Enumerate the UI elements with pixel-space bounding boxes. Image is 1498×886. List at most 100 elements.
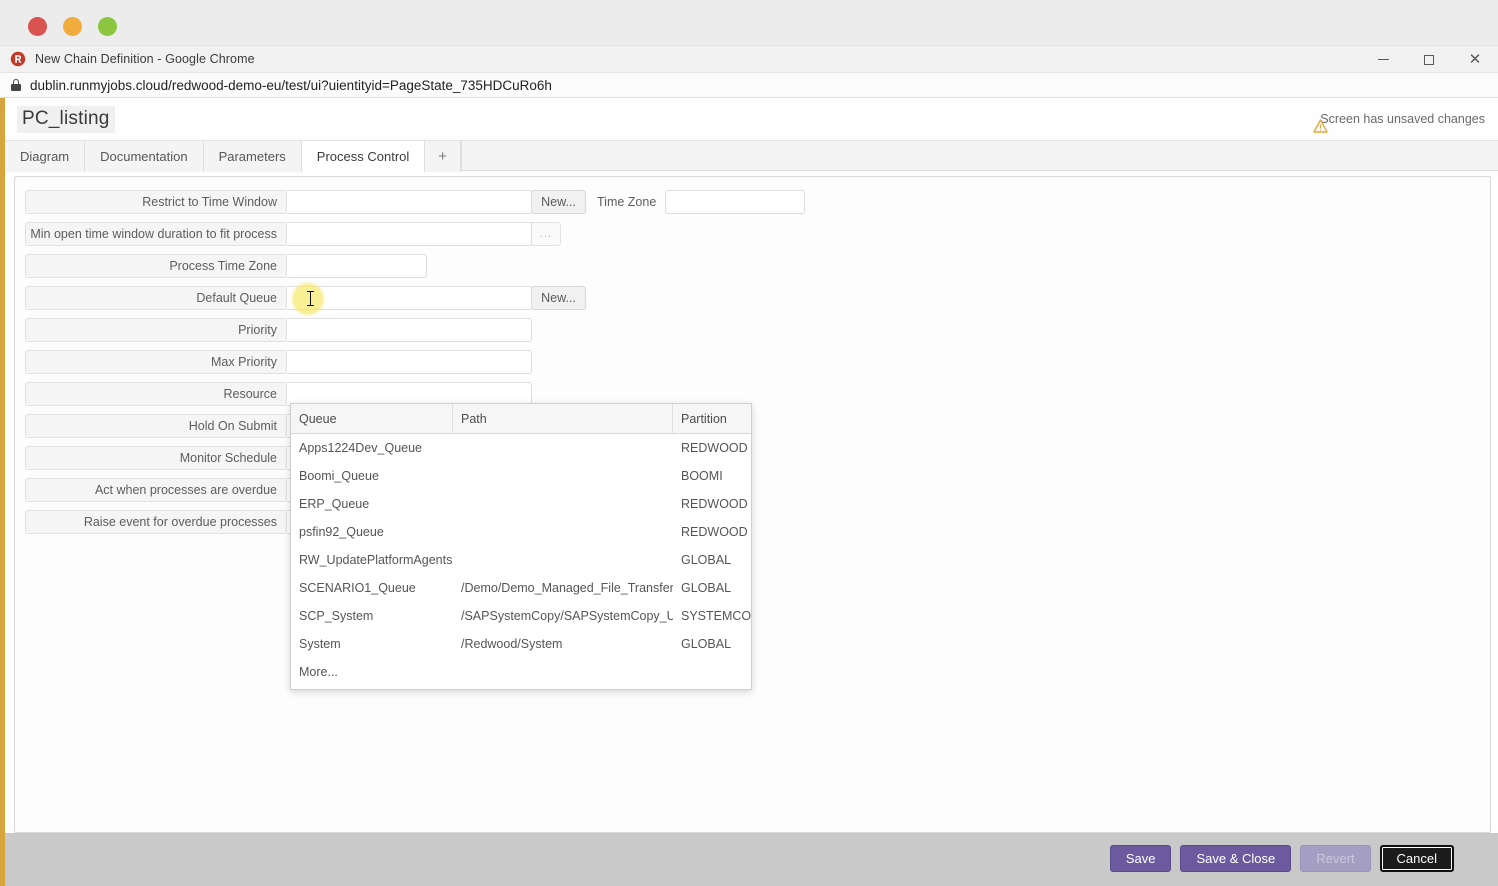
unsaved-changes-text: Screen has unsaved changes [1320,112,1485,126]
label-hold-on-submit: Hold On Submit [25,414,287,438]
queue-path [453,546,673,574]
dropdown-item-boomi-queue[interactable]: Boomi_Queue BOOMI [291,462,751,490]
form-row-restrict-time-window: Restrict to Time Window New... Time Zone [25,186,805,218]
minimize-icon[interactable] [1360,46,1406,73]
label-resource: Resource [25,382,287,406]
tab-diagram[interactable]: Diagram [5,141,85,172]
dropdown-item-scp-system[interactable]: SCP_System /SAPSystemCopy/SAPSystemCopy_… [291,602,751,630]
dropdown-item-system[interactable]: System /Redwood/System GLOBAL [291,630,751,658]
form-row-priority: Priority [25,314,532,346]
queue-name: SCP_System [291,602,453,630]
queue-path [453,490,673,518]
footer-button-group: Save Save & Close Revert Cancel [1110,845,1454,872]
save-close-button[interactable]: Save & Close [1180,845,1291,872]
tab-parameters[interactable]: Parameters [204,141,302,172]
lock-icon [11,79,21,91]
queue-path: /Redwood/System [453,630,673,658]
form-row-process-time-zone: Process Time Zone [25,250,427,282]
input-max-priority[interactable] [287,350,532,374]
dropdown-item-erp-queue[interactable]: ERP_Queue REDWOOD [291,490,751,518]
queue-path [453,462,673,490]
queue-partition: REDWOOD [673,490,751,518]
column-header-path: Path [453,404,673,433]
application-body: PC_listing Screen has unsaved changes Di… [5,98,1498,886]
column-header-queue: Queue [291,404,453,433]
dropdown-item-apps1224dev-queue[interactable]: Apps1224Dev_Queue REDWOOD [291,434,751,462]
dropdown-item-psfin92-queue[interactable]: psfin92_Queue REDWOOD [291,518,751,546]
zoom-window-button[interactable] [98,17,117,36]
queue-suggestion-dropdown[interactable]: Queue Path Partition Apps1224Dev_Queue R… [290,403,752,690]
os-window-bar [0,0,1498,46]
close-window-button[interactable] [28,17,47,36]
footer-bar: Save Save & Close Revert Cancel [5,833,1498,886]
browser-url-bar[interactable]: dublin.runmyjobs.cloud/redwood-demo-eu/t… [0,73,1498,98]
tab-documentation[interactable]: Documentation [85,141,203,172]
browser-title-text: New Chain Definition - Google Chrome [35,52,255,66]
text-cursor [310,291,311,306]
revert-button: Revert [1300,845,1370,872]
dropdown-more-link[interactable]: More... [291,658,751,686]
maximize-icon[interactable] [1406,46,1452,73]
app-header: PC_listing Screen has unsaved changes [5,98,1498,140]
close-icon[interactable]: ✕ [1452,46,1498,73]
queue-partition: GLOBAL [673,630,751,658]
queue-name: psfin92_Queue [291,518,453,546]
queue-partition: SYSTEMCOPY [673,602,751,630]
traffic-lights [28,17,117,36]
tab-strip: Diagram Documentation Parameters Process… [5,140,1498,171]
dropdown-item-rw-updateplatformagents[interactable]: RW_UpdatePlatformAgents GLOBAL [291,546,751,574]
label-max-priority: Max Priority [25,350,287,374]
queue-name: RW_UpdatePlatformAgents [291,546,453,574]
save-button[interactable]: Save [1110,845,1172,872]
cancel-button[interactable]: Cancel [1380,845,1454,872]
label-time-zone: Time Zone [597,195,656,209]
tab-process-control[interactable]: Process Control [302,141,425,172]
window-controls: ✕ [1360,46,1498,73]
form-row-min-open-duration: Min open time window duration to fit pro… [25,218,561,250]
queue-partition: GLOBAL [673,574,751,602]
dropdown-item-scenario1-queue[interactable]: SCENARIO1_Queue /Demo/Demo_Managed_File_… [291,574,751,602]
queue-name: SCENARIO1_Queue [291,574,453,602]
queue-path [453,434,673,462]
label-process-time-zone: Process Time Zone [25,254,287,278]
column-header-partition: Partition [673,404,751,433]
queue-partition: BOOMI [673,462,751,490]
form-row-max-priority: Max Priority [25,346,532,378]
page-title: PC_listing [17,106,115,133]
queue-path: /Demo/Demo_Managed_File_Transfer [453,574,673,602]
input-time-zone[interactable] [665,190,805,214]
unsaved-changes-status: Screen has unsaved changes [1313,112,1485,126]
add-tab-button[interactable]: + [425,141,461,172]
queue-path [453,518,673,546]
label-act-when-processes-are-overdue: Act when processes are overdue [25,478,287,502]
min-duration-ellipsis-button[interactable]: ... [531,222,561,246]
input-min-open-time-window-duration[interactable] [287,222,532,246]
input-default-queue[interactable] [287,286,532,310]
queue-partition: REDWOOD [673,434,751,462]
label-min-open-time-window-duration: Min open time window duration to fit pro… [25,222,287,246]
queue-path: /SAPSystemCopy/SAPSystemCopy_Utils [453,602,673,630]
minimize-window-button[interactable] [63,17,82,36]
label-priority: Priority [25,318,287,342]
click-highlight [292,283,324,315]
process-control-panel: Restrict to Time Window New... Time Zone… [14,176,1491,833]
queue-partition: GLOBAL [673,546,751,574]
queue-name: Apps1224Dev_Queue [291,434,453,462]
input-process-time-zone[interactable] [287,254,427,278]
tab-strip-filler [461,141,1498,170]
label-default-queue: Default Queue [25,286,287,310]
label-restrict-to-time-window: Restrict to Time Window [25,190,287,214]
new-queue-button[interactable]: New... [531,286,586,310]
label-monitor-schedule: Monitor Schedule [25,446,287,470]
new-time-window-button[interactable]: New... [531,190,586,214]
screenshot-root: New Chain Definition - Google Chrome ✕ d… [0,0,1498,886]
queue-partition: REDWOOD [673,518,751,546]
input-restrict-to-time-window[interactable] [287,190,532,214]
queue-name: ERP_Queue [291,490,453,518]
dropdown-row-list: Apps1224Dev_Queue REDWOOD Boomi_Queue BO… [291,434,751,686]
browser-title-bar: New Chain Definition - Google Chrome ✕ [0,46,1498,73]
input-priority[interactable] [287,318,532,342]
form-row-default-queue: Default Queue New... [25,282,586,314]
redwood-favicon [10,51,26,67]
dropdown-header-row: Queue Path Partition [291,404,751,434]
